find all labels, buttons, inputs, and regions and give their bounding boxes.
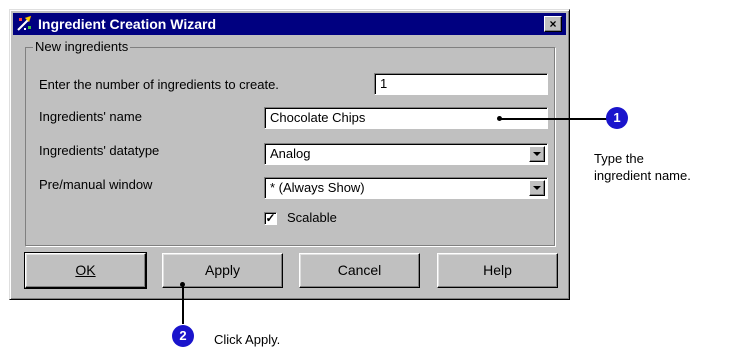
callout-1-text: Type the ingredient name. — [594, 150, 691, 184]
count-input[interactable]: 1 — [374, 73, 548, 95]
ok-button[interactable]: OK — [24, 252, 147, 289]
help-button-label: Help — [483, 262, 512, 278]
callout-2-badge: 2 — [172, 325, 194, 347]
wizard-wand-icon — [16, 15, 34, 33]
title-bar[interactable]: Ingredient Creation Wizard × — [13, 13, 566, 35]
callout-1-line-1: Type the — [594, 151, 644, 166]
callout-2-leader-line — [182, 284, 184, 324]
chevron-down-icon[interactable] — [529, 146, 545, 162]
ingredient-creation-wizard-dialog: Ingredient Creation Wizard × New ingredi… — [9, 9, 570, 300]
group-legend: New ingredients — [33, 39, 131, 54]
callout-1-line-2: ingredient name. — [594, 168, 691, 183]
name-label: Ingredients' name — [39, 109, 142, 124]
window-value: * (Always Show) — [270, 180, 365, 195]
count-label: Enter the number of ingredients to creat… — [39, 77, 279, 92]
name-value: Chocolate Chips — [270, 110, 366, 125]
callout-1-badge: 1 — [606, 107, 628, 129]
check-icon: ✓ — [265, 211, 276, 225]
chevron-down-icon[interactable] — [529, 180, 545, 196]
cancel-button[interactable]: Cancel — [299, 253, 420, 288]
apply-button-label: Apply — [204, 262, 241, 278]
scalable-checkbox[interactable]: ✓ — [264, 212, 277, 225]
cancel-button-label: Cancel — [337, 262, 382, 278]
datatype-select[interactable]: Analog — [264, 143, 548, 165]
close-button[interactable]: × — [544, 16, 562, 32]
count-value: 1 — [380, 76, 388, 91]
scalable-label[interactable]: Scalable — [287, 210, 337, 225]
callout-2-text: Click Apply. — [214, 332, 281, 347]
window-label: Pre/manual window — [39, 177, 153, 192]
help-button[interactable]: Help — [437, 253, 558, 288]
datatype-label: Ingredients' datatype — [39, 143, 160, 158]
callout-1-leader-line — [500, 118, 608, 120]
close-icon: × — [549, 17, 557, 31]
datatype-value: Analog — [270, 146, 311, 161]
window-select[interactable]: * (Always Show) — [264, 177, 548, 199]
window-title: Ingredient Creation Wizard — [38, 16, 217, 32]
ok-button-label: OK — [75, 262, 96, 278]
